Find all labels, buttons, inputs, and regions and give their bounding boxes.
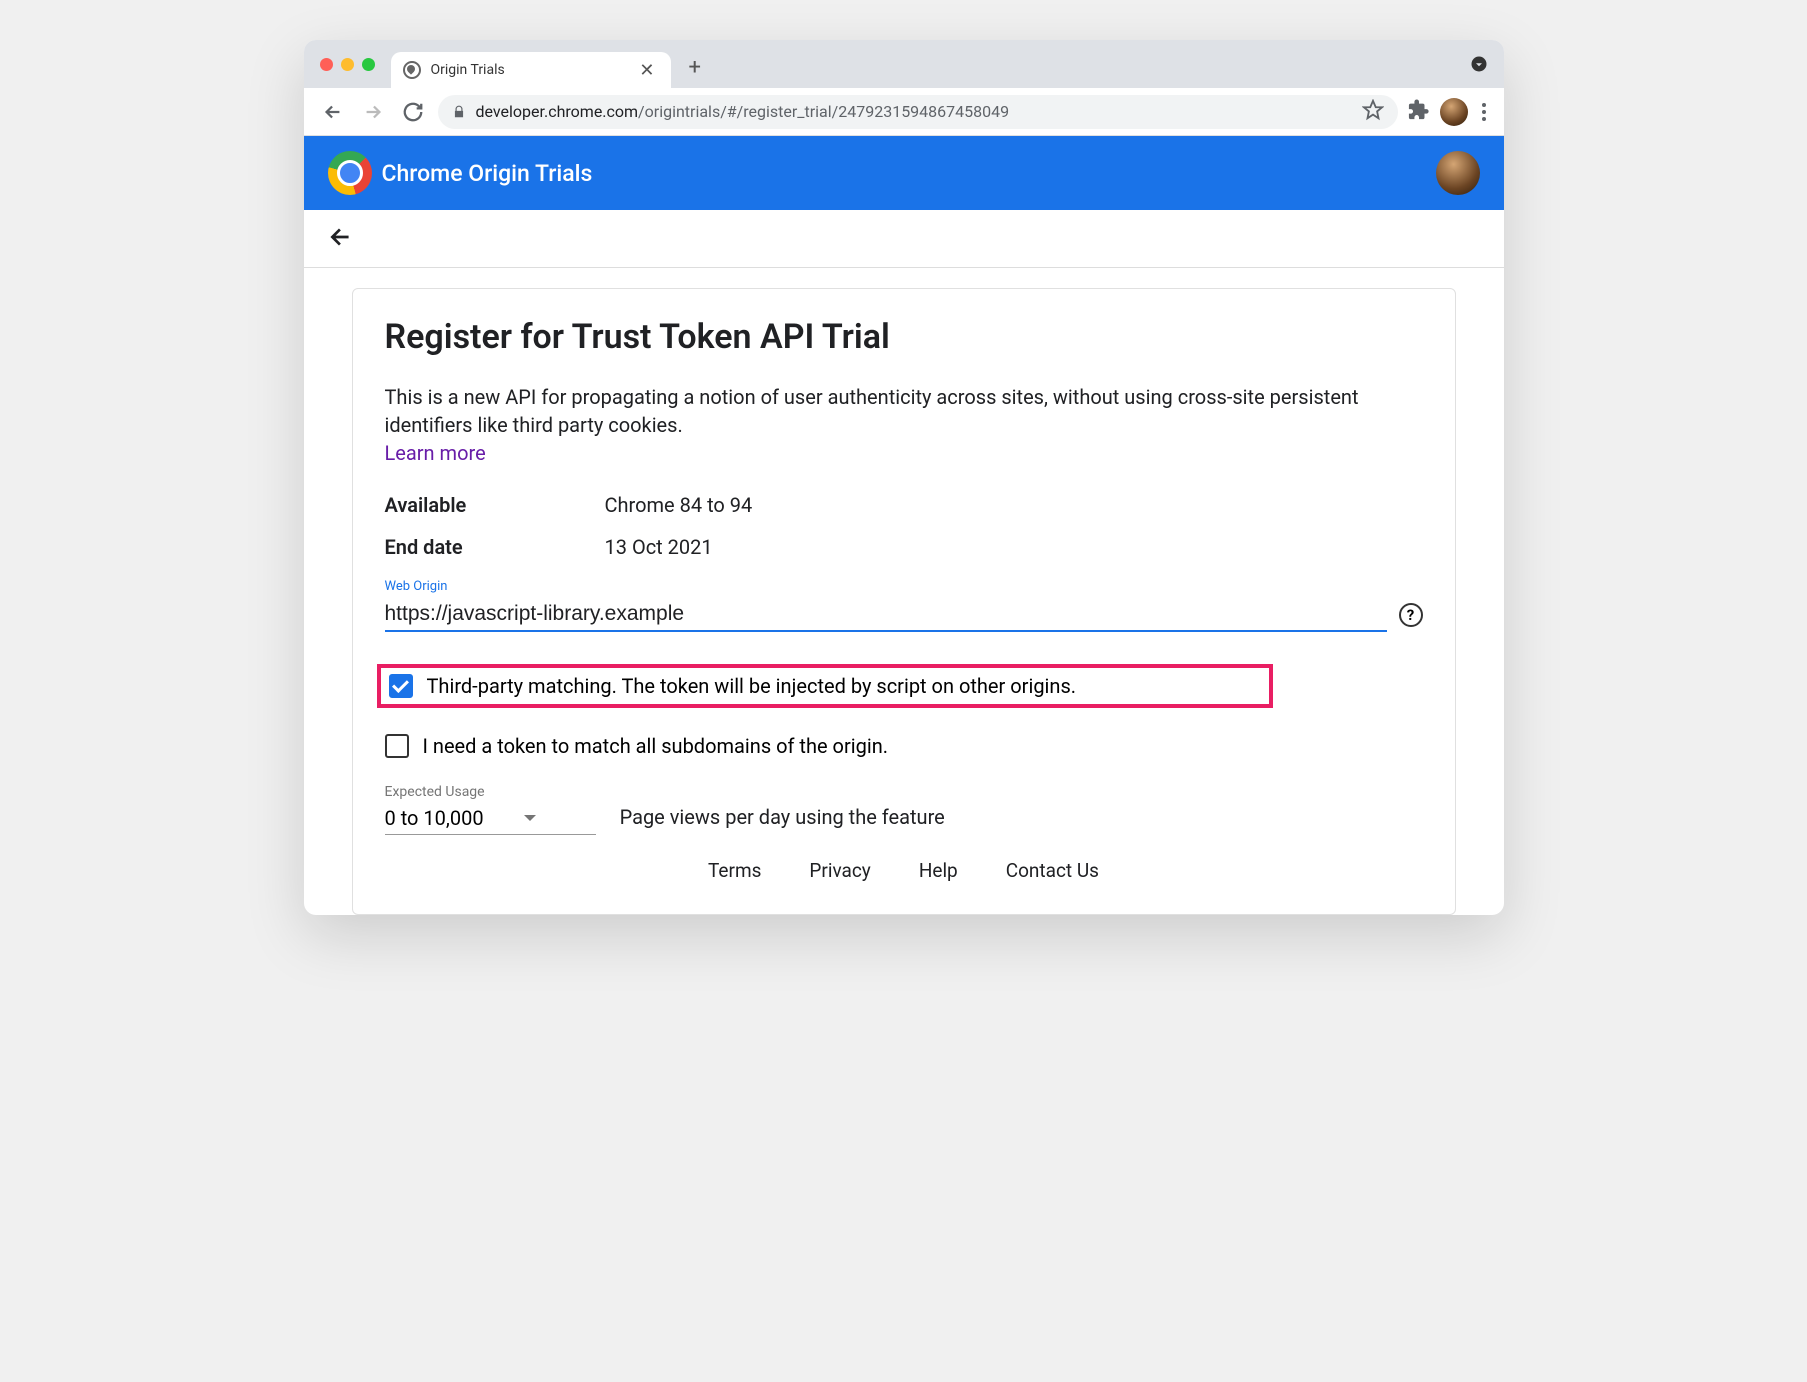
subdomains-label: I need a token to match all subdomains o… — [423, 734, 889, 758]
trial-description: This is a new API for propagating a noti… — [385, 383, 1423, 439]
close-tab-button[interactable]: ✕ — [635, 60, 658, 81]
profile-avatar[interactable] — [1440, 98, 1468, 126]
help-icon[interactable]: ? — [1399, 603, 1423, 627]
third-party-checkbox[interactable] — [389, 674, 413, 698]
app-title: Chrome Origin Trials — [382, 160, 593, 187]
extensions-icon[interactable] — [1408, 99, 1430, 125]
close-window-button[interactable] — [320, 58, 333, 71]
expected-usage-select[interactable]: 0 to 10,000 — [385, 802, 596, 835]
page-title: Register for Trust Token API Trial — [385, 317, 1423, 357]
browser-window: Origin Trials ✕ + developer.chrome.com/o… — [304, 40, 1504, 915]
third-party-label: Third-party matching. The token will be … — [427, 674, 1077, 698]
chevron-down-icon — [524, 815, 536, 821]
content-area: Register for Trust Token API Trial This … — [304, 268, 1504, 915]
available-value: Chrome 84 to 94 — [605, 493, 753, 517]
url-text: developer.chrome.com/origintrials/#/regi… — [476, 102, 1010, 121]
minimize-window-button[interactable] — [341, 58, 354, 71]
forward-button[interactable] — [358, 97, 388, 127]
app-header: Chrome Origin Trials — [304, 136, 1504, 210]
third-party-checkbox-row: Third-party matching. The token will be … — [377, 664, 1273, 708]
end-date-value: 13 Oct 2021 — [605, 535, 713, 559]
maximize-window-button[interactable] — [362, 58, 375, 71]
footer-links: Terms Privacy Help Contact Us — [385, 835, 1423, 894]
help-link[interactable]: Help — [919, 859, 958, 882]
privacy-link[interactable]: Privacy — [809, 859, 870, 882]
end-date-label: End date — [385, 535, 605, 559]
user-avatar[interactable] — [1436, 151, 1480, 195]
end-date-row: End date 13 Oct 2021 — [385, 535, 1423, 559]
tab-title: Origin Trials — [431, 62, 626, 78]
window-controls — [320, 58, 375, 71]
page-back-button[interactable] — [328, 224, 354, 254]
address-bar-row: developer.chrome.com/origintrials/#/regi… — [304, 88, 1504, 136]
expected-usage-label: Expected Usage — [385, 784, 596, 800]
expected-usage-description: Page views per day using the feature — [620, 805, 945, 835]
learn-more-link[interactable]: Learn more — [385, 441, 486, 465]
sub-header — [304, 210, 1504, 268]
web-origin-field: Web Origin ? — [385, 579, 1423, 632]
browser-tab[interactable]: Origin Trials ✕ — [391, 52, 671, 88]
reload-button[interactable] — [398, 97, 428, 127]
tab-overflow-icon[interactable] — [1470, 55, 1488, 73]
address-bar[interactable]: developer.chrome.com/origintrials/#/regi… — [438, 95, 1398, 129]
chrome-logo-icon — [328, 151, 372, 195]
browser-menu-button[interactable] — [1478, 99, 1490, 125]
globe-icon — [403, 61, 421, 79]
terms-link[interactable]: Terms — [708, 859, 761, 882]
lock-icon — [452, 105, 466, 119]
registration-card: Register for Trust Token API Trial This … — [352, 288, 1456, 915]
subdomains-checkbox-row: I need a token to match all subdomains o… — [385, 728, 1423, 764]
contact-link[interactable]: Contact Us — [1006, 859, 1099, 882]
bookmark-star-icon[interactable] — [1362, 99, 1384, 125]
expected-usage-value: 0 to 10,000 — [385, 806, 484, 830]
web-origin-input[interactable] — [385, 598, 1387, 632]
expected-usage-row: Expected Usage 0 to 10,000 Page views pe… — [385, 784, 1423, 835]
available-label: Available — [385, 493, 605, 517]
available-row: Available Chrome 84 to 94 — [385, 493, 1423, 517]
web-origin-label: Web Origin — [385, 579, 1423, 594]
new-tab-button[interactable]: + — [689, 55, 701, 80]
subdomains-checkbox[interactable] — [385, 734, 409, 758]
back-button[interactable] — [318, 97, 348, 127]
tab-bar: Origin Trials ✕ + — [304, 40, 1504, 88]
